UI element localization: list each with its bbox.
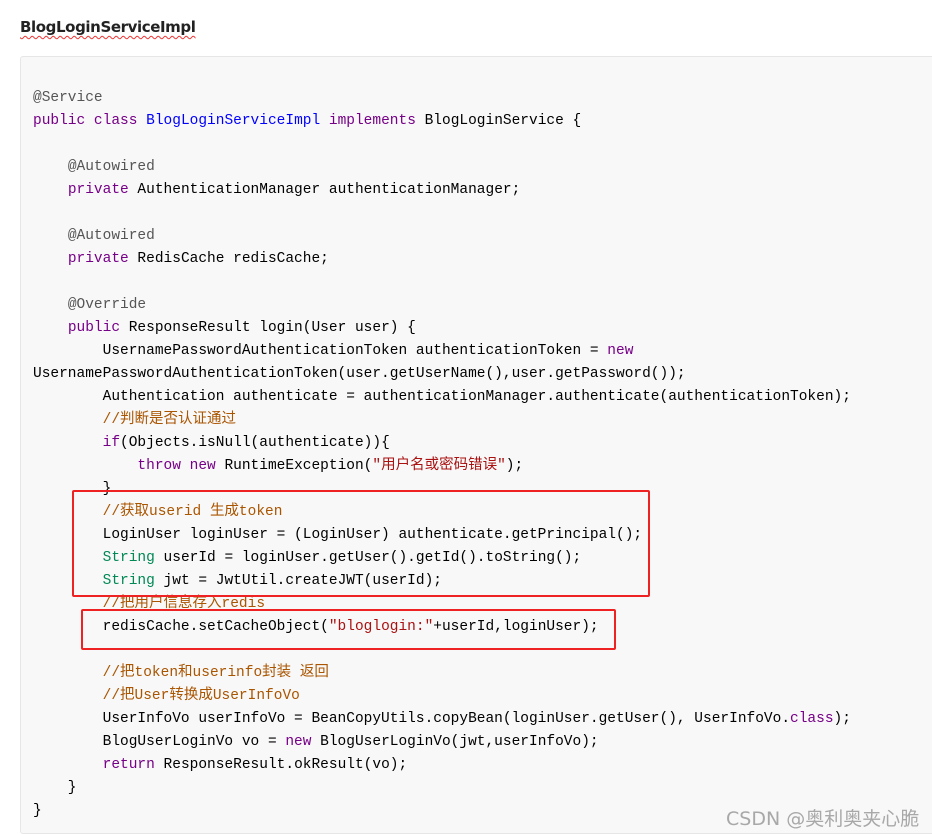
code-token: BlogUserLoginVo vo = xyxy=(33,734,286,750)
code-token: @Override xyxy=(67,297,147,313)
code-token: AuthenticationManager authenticationMana… xyxy=(128,182,521,198)
code-token: ResponseResult.okResult(vo); xyxy=(154,757,408,773)
code-line: @Service xyxy=(33,87,851,110)
section-heading: BlogLoginServiceImpl xyxy=(20,18,196,36)
code-token: public xyxy=(33,113,86,129)
code-line: @Autowired xyxy=(33,225,851,248)
code-line: UserInfoVo userInfoVo = BeanCopyUtils.co… xyxy=(33,708,851,731)
code-token: class xyxy=(790,711,834,727)
watermark: CSDN @奥利奥夹心脆 xyxy=(726,808,920,830)
highlight-box-token-generation xyxy=(72,490,650,597)
code-token: //把token和userinfo封装 返回 xyxy=(102,665,329,681)
code-token: RuntimeException( xyxy=(215,458,373,474)
code-token: new xyxy=(189,458,216,474)
code-token: UsernamePasswordAuthenticationToken(user… xyxy=(33,366,686,382)
code-line: //把token和userinfo封装 返回 xyxy=(33,662,851,685)
code-token: if xyxy=(102,435,121,451)
code-token: (Objects.isNull(authenticate)){ xyxy=(120,435,390,451)
code-line: //把User转换成UserInfoVo xyxy=(33,685,851,708)
code-token: @Autowired xyxy=(67,228,155,244)
code-token: //判断是否认证通过 xyxy=(102,412,237,428)
code-line: BlogUserLoginVo vo = new BlogUserLoginVo… xyxy=(33,731,851,754)
code-content: @Service public class BlogLoginServiceImp… xyxy=(33,87,851,823)
code-line: //判断是否认证通过 xyxy=(33,409,851,432)
code-line: @Override xyxy=(33,294,851,317)
code-block: @Service public class BlogLoginServiceImp… xyxy=(20,56,932,834)
code-token: ResponseResult login(User user) { xyxy=(120,320,416,336)
code-token: UsernamePasswordAuthenticationToken auth… xyxy=(33,343,608,359)
code-token: new xyxy=(285,734,312,750)
code-token: @Autowired xyxy=(67,159,155,175)
code-token: ); xyxy=(833,711,851,727)
code-token: BlogLoginService { xyxy=(415,113,582,129)
code-token: BlogLoginServiceImpl xyxy=(146,113,321,129)
code-line: } xyxy=(33,777,851,800)
code-line: public class BlogLoginServiceImpl implem… xyxy=(33,110,851,133)
code-line: UsernamePasswordAuthenticationToken auth… xyxy=(33,340,851,363)
code-line: @Autowired xyxy=(33,156,851,179)
code-token: @Service xyxy=(33,90,103,106)
code-line: public ResponseResult login(User user) { xyxy=(33,317,851,340)
code-token: } xyxy=(33,803,42,819)
code-token: Authentication authenticate = authentica… xyxy=(33,389,851,405)
code-token: //把User转换成UserInfoVo xyxy=(102,688,300,704)
code-token: RedisCache redisCache; xyxy=(128,251,329,267)
code-token: UserInfoVo userInfoVo = BeanCopyUtils.co… xyxy=(33,711,791,727)
code-token: throw xyxy=(137,458,181,474)
code-line: Authentication authenticate = authentica… xyxy=(33,386,851,409)
code-line: if(Objects.isNull(authenticate)){ xyxy=(33,432,851,455)
code-token: private xyxy=(67,182,129,198)
code-token: } xyxy=(33,780,77,796)
code-token: private xyxy=(67,251,129,267)
code-line: private RedisCache redisCache; xyxy=(33,248,851,271)
code-token: return xyxy=(102,757,155,773)
code-line: private AuthenticationManager authentica… xyxy=(33,179,851,202)
code-token: public xyxy=(67,320,121,336)
code-token: class xyxy=(93,113,138,129)
code-line: throw new RuntimeException("用户名或密码错误"); xyxy=(33,455,851,478)
code-token: new xyxy=(607,343,634,359)
code-token: "用户名或密码错误" xyxy=(372,458,506,474)
code-token: ); xyxy=(505,458,524,474)
code-token: implements xyxy=(328,113,416,129)
highlight-box-redis-cache xyxy=(81,609,616,650)
code-token: BlogUserLoginVo(jwt,userInfoVo); xyxy=(311,734,599,750)
code-line: return ResponseResult.okResult(vo); xyxy=(33,754,851,777)
code-line: UsernamePasswordAuthenticationToken(user… xyxy=(33,363,851,386)
